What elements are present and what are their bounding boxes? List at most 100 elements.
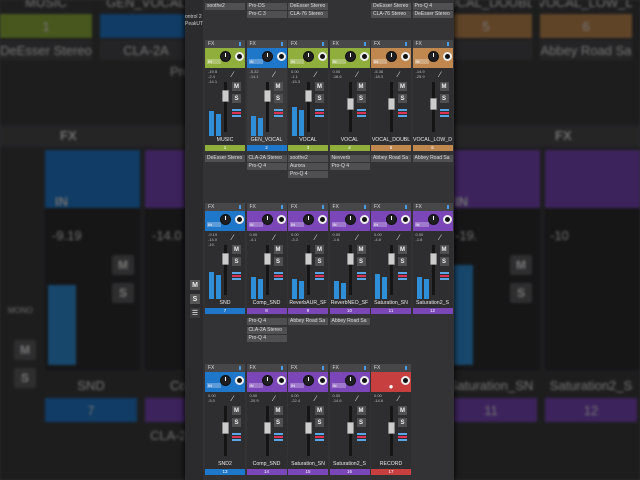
send-ring-icon[interactable] — [442, 215, 452, 224]
channel-name[interactable]: ReverbAUR_SF — [288, 299, 328, 308]
channel-strip[interactable]: FX IN 0.00 -1.6 ∕ M S ReverbNEO_SF 10 — [329, 203, 370, 314]
pan-knob[interactable] — [220, 214, 231, 225]
record-arm-icon[interactable] — [398, 108, 407, 120]
pan-knob[interactable] — [303, 51, 314, 62]
pan-knob[interactable] — [220, 375, 231, 386]
input-selector[interactable]: IN — [290, 59, 304, 64]
mute-button[interactable]: M — [273, 245, 283, 254]
fx-header[interactable]: FX — [329, 40, 370, 48]
send-ring-icon[interactable] — [235, 52, 244, 61]
record-arm-icon[interactable] — [232, 432, 241, 444]
fx-header[interactable]: FX — [329, 364, 370, 372]
channel-strip[interactable]: FX IN 0.00 -4.1 ∕ M S Comp_SND 8 — [246, 203, 287, 314]
send-ring-icon[interactable] — [318, 215, 327, 224]
solo-button[interactable]: S — [315, 257, 324, 266]
channel-strip[interactable]: FX IN 0.00 -4.8 ∕ M S Saturation_SN 11 — [371, 203, 411, 314]
mute-button[interactable]: M — [315, 245, 324, 254]
fx-header[interactable]: FX — [288, 40, 328, 48]
solo-button[interactable]: S — [273, 94, 283, 103]
fx-header[interactable]: FX — [329, 203, 370, 211]
input-selector[interactable]: IN — [414, 59, 429, 64]
channel-name[interactable]: Saturation2_S — [413, 299, 453, 308]
plugin-slot[interactable]: CLA-76 Stereo — [288, 11, 328, 18]
mute-button[interactable]: M — [356, 245, 366, 254]
volume-fader[interactable] — [305, 253, 312, 265]
pan-knob[interactable] — [386, 214, 397, 225]
pan-knob[interactable] — [261, 214, 273, 225]
send-ring-icon[interactable] — [276, 376, 286, 385]
record-icon[interactable]: ● — [385, 383, 397, 391]
record-arm-icon[interactable] — [439, 271, 449, 283]
automation-icon[interactable]: ∕ — [232, 233, 233, 242]
pan-knob[interactable] — [303, 214, 314, 225]
record-arm-icon[interactable] — [232, 271, 241, 283]
mute-button[interactable]: M — [439, 82, 449, 91]
input-selector[interactable]: IN — [207, 222, 221, 227]
input-selector[interactable]: IN — [248, 59, 263, 64]
channel-name[interactable]: Comp_SND — [247, 460, 287, 469]
solo-button[interactable]: S — [356, 94, 366, 103]
record-arm-icon[interactable] — [315, 108, 324, 120]
send-ring-icon[interactable] — [276, 215, 286, 224]
send-ring-icon[interactable] — [359, 376, 369, 385]
fx-header[interactable]: FX — [412, 40, 453, 48]
solo-button[interactable]: S — [439, 257, 449, 266]
plugin-slot[interactable]: soothe2 — [288, 155, 328, 162]
pan-knob[interactable] — [427, 214, 439, 225]
input-selector[interactable]: IN — [331, 222, 346, 227]
pan-knob[interactable] — [303, 375, 314, 386]
channel-name[interactable]: Saturation_SN — [288, 460, 328, 469]
automation-icon[interactable]: ∕ — [440, 233, 441, 242]
fx-header[interactable]: FX — [371, 40, 411, 48]
record-arm-icon[interactable] — [232, 108, 241, 120]
mute-button[interactable]: M — [398, 82, 407, 91]
fx-header[interactable]: FX — [205, 203, 245, 211]
channel-name[interactable]: SND2 — [205, 460, 245, 469]
automation-icon[interactable]: ∕ — [232, 70, 233, 79]
solo-button[interactable]: S — [315, 94, 324, 103]
pan-knob[interactable] — [344, 375, 356, 386]
plugin-slot[interactable]: Pro-Q 4 — [246, 163, 287, 170]
volume-fader[interactable] — [222, 253, 229, 265]
plugin-slot[interactable]: Abbey Road Sa — [371, 155, 411, 162]
channel-strip[interactable]: FX IN -9.19 -14.0 -19. ∕ M S SND 7 — [205, 203, 245, 314]
channel-name[interactable]: VOCAL_LOW_D — [413, 136, 453, 145]
plugin-slot[interactable]: Aurora — [288, 163, 328, 170]
mute-button[interactable]: M — [232, 245, 241, 254]
channel-strip[interactable]: FX IN 0.00 -5.0 ∕ M S SND2 13 — [205, 364, 245, 475]
solo-button[interactable]: S — [232, 418, 241, 427]
channel-strip[interactable]: FX IN 0.00 -1.1 -15.3 ∕ M S VOCAL 3 — [288, 40, 328, 151]
automation-icon[interactable]: ∕ — [440, 70, 441, 79]
input-selector[interactable]: IN — [331, 59, 346, 64]
pan-knob[interactable] — [344, 214, 356, 225]
solo-button[interactable]: S — [232, 257, 241, 266]
solo-button[interactable]: S — [356, 418, 366, 427]
channel-strip[interactable]: FX IN 0.00 -22.4 ∕ M S Saturation_SN 15 — [288, 364, 328, 475]
volume-fader[interactable] — [429, 98, 437, 110]
fx-header[interactable]: FX — [412, 203, 453, 211]
fx-header[interactable]: FX — [288, 364, 328, 372]
record-arm-icon[interactable] — [273, 432, 283, 444]
mute-button[interactable]: M — [273, 82, 283, 91]
solo-button[interactable]: S — [356, 257, 366, 266]
send-ring-icon[interactable] — [318, 52, 327, 61]
fx-header[interactable]: FX — [205, 364, 245, 372]
volume-fader[interactable] — [346, 98, 354, 110]
solo-button[interactable]: S — [273, 418, 283, 427]
plugin-slot[interactable]: CLA-76 Stereo — [371, 11, 411, 18]
mute-button[interactable]: M — [273, 406, 283, 415]
fx-header[interactable]: FX — [246, 40, 287, 48]
channel-name[interactable]: Saturation_SN — [371, 299, 411, 308]
channel-name[interactable]: GEN_VOCAL — [247, 136, 287, 145]
plugin-slot[interactable]: Pro-DS — [246, 3, 287, 10]
volume-fader[interactable] — [429, 253, 437, 265]
pan-knob[interactable] — [344, 51, 356, 62]
record-arm-icon[interactable] — [398, 271, 407, 283]
volume-fader[interactable] — [305, 422, 312, 434]
input-selector[interactable]: IN — [373, 222, 387, 227]
send-ring-icon[interactable] — [318, 376, 327, 385]
send-ring-icon[interactable] — [359, 52, 369, 61]
plugin-slot[interactable]: CLA-2A Stereo — [246, 155, 287, 162]
volume-fader[interactable] — [346, 253, 354, 265]
side-mute-button[interactable]: M — [190, 280, 200, 290]
